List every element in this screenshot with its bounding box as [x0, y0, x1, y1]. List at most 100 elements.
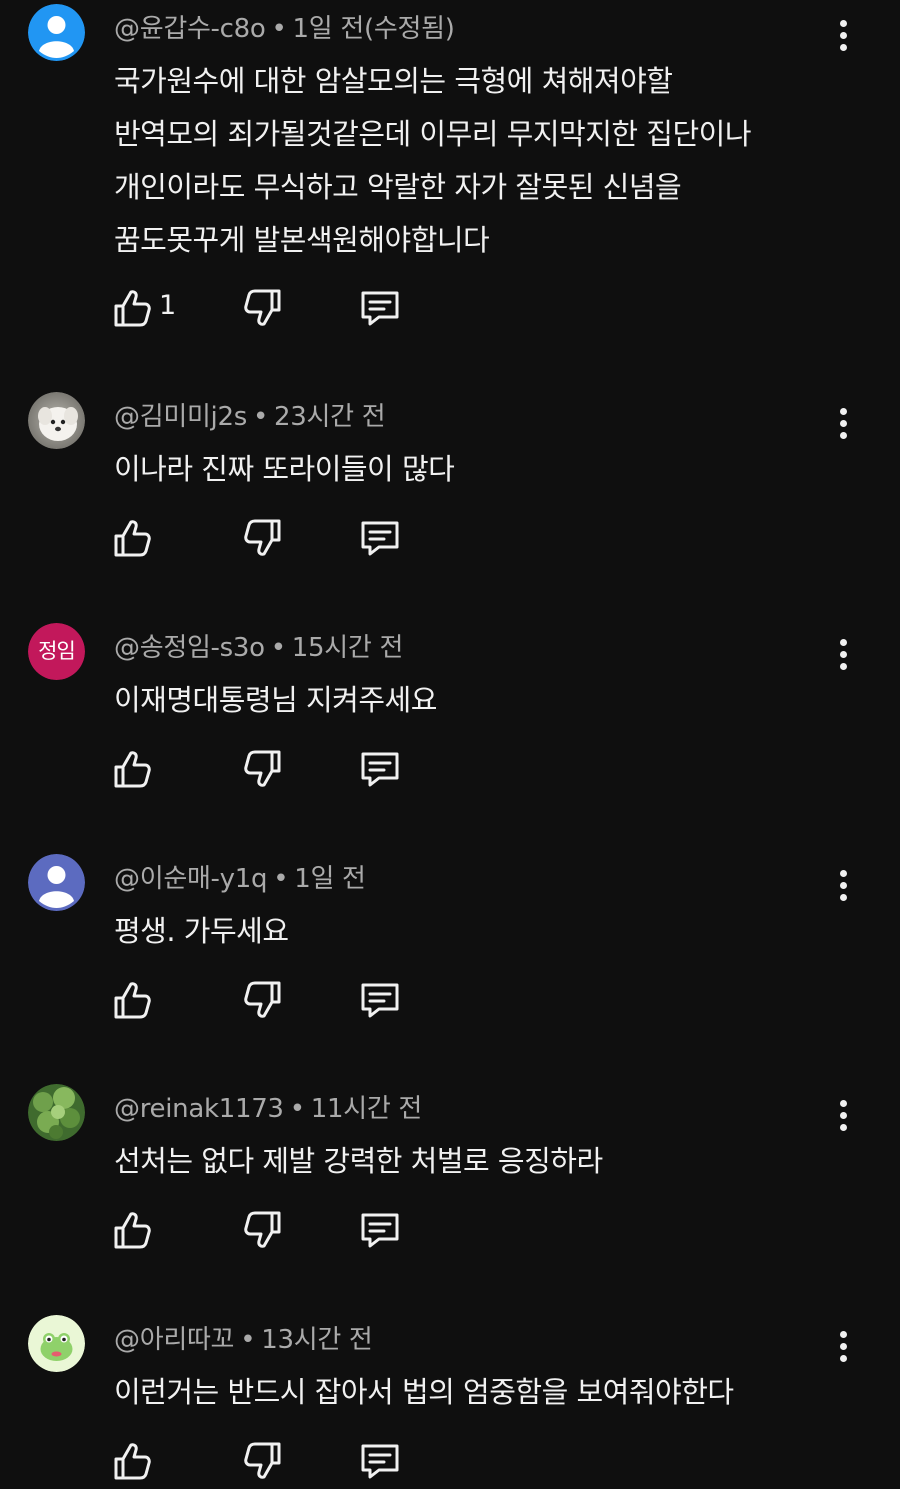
thumbs-down-icon [244, 519, 281, 556]
like-button[interactable] [110, 1439, 154, 1483]
thumbs-up-icon [114, 1443, 151, 1480]
comment-meta: @이순매-y1q • 1일 전 [114, 858, 366, 895]
thumbs-down-icon [244, 750, 281, 787]
meta-separator: • [240, 1325, 256, 1355]
thumbs-down-icon [244, 981, 281, 1018]
thumbs-down-icon [244, 1442, 281, 1479]
more-vertical-icon [840, 639, 847, 646]
avatar[interactable] [28, 392, 85, 449]
comment-text: 이재명대통령님 지켜주세요 [114, 683, 437, 717]
reply-comment-icon [361, 752, 399, 787]
more-vertical-icon [840, 894, 847, 901]
more-vertical-icon [840, 408, 847, 415]
more-vertical-icon [840, 1112, 847, 1119]
reply-button[interactable] [358, 286, 402, 330]
reply-button[interactable] [358, 747, 402, 791]
more-vertical-icon [840, 32, 847, 39]
comment-author[interactable]: @김미미j2s [114, 402, 247, 432]
dislike-button[interactable] [241, 747, 285, 791]
comment-time: 1일 전 [294, 864, 366, 894]
comment-meta: @아리따꼬 • 13시간 전 [114, 1319, 373, 1356]
comment-text: 이나라 진짜 또라이들이 많다 [114, 452, 455, 486]
like-button[interactable] [110, 978, 154, 1022]
dislike-button[interactable] [241, 1208, 285, 1252]
default-person-icon [28, 4, 85, 61]
more-vertical-icon [840, 1100, 847, 1107]
comment-time: 1일 전(수정됨) [292, 14, 455, 44]
thumbs-down-icon [244, 289, 281, 326]
comment-meta: @김미미j2s • 23시간 전 [114, 396, 386, 433]
dislike-button[interactable] [241, 516, 285, 560]
like-count: 1 [159, 290, 177, 321]
meta-separator: • [273, 864, 289, 894]
dislike-button[interactable] [241, 286, 285, 330]
comment-time: 13시간 전 [261, 1325, 373, 1355]
reply-comment-icon [361, 291, 399, 326]
more-vertical-icon [840, 1124, 847, 1131]
reply-button[interactable] [358, 1439, 402, 1483]
like-button[interactable] [110, 516, 154, 560]
thumbs-up-icon [114, 751, 151, 788]
comment-actions [0, 1208, 900, 1258]
more-vertical-icon [840, 420, 847, 427]
comment-meta: @reinak1173 • 11시간 전 [114, 1088, 422, 1125]
reply-button[interactable] [358, 978, 402, 1022]
comment-author[interactable]: @이순매-y1q [114, 864, 267, 894]
avatar[interactable] [28, 1315, 85, 1372]
reply-comment-icon [361, 1213, 399, 1248]
avatar-initials: 정임 [28, 623, 85, 680]
comment-author[interactable]: @아리따꼬 [114, 1325, 234, 1355]
reply-button[interactable] [358, 516, 402, 560]
white-dog-photo-icon [28, 392, 85, 449]
more-options-button[interactable] [829, 404, 859, 444]
reply-comment-icon [361, 1444, 399, 1479]
dislike-button[interactable] [241, 1439, 285, 1483]
thumbs-up-icon [114, 982, 151, 1019]
more-options-button[interactable] [829, 1096, 859, 1136]
comment-actions [0, 516, 900, 566]
comment-author[interactable]: @reinak1173 [114, 1094, 284, 1124]
comment-author[interactable]: @송정임-s3o [114, 633, 265, 663]
meta-separator: • [271, 14, 287, 44]
dislike-button[interactable] [241, 978, 285, 1022]
more-vertical-icon [840, 663, 847, 670]
comment-actions [0, 747, 900, 797]
more-vertical-icon [840, 44, 847, 51]
comment-author[interactable]: @윤갑수-c8o [114, 14, 266, 44]
reply-button[interactable] [358, 1208, 402, 1252]
like-button[interactable] [110, 286, 154, 330]
more-vertical-icon [840, 1343, 847, 1350]
comment-time: 11시간 전 [310, 1094, 423, 1124]
more-vertical-icon [840, 20, 847, 27]
more-options-button[interactable] [829, 866, 859, 906]
thumbs-up-icon [114, 520, 151, 557]
comment-text: 이런거는 반드시 잡아서 법의 엄중함을 보여줘야한다 [114, 1375, 734, 1409]
comment-time: 15시간 전 [291, 633, 404, 663]
more-options-button[interactable] [829, 635, 859, 675]
comment-actions [0, 978, 900, 1028]
avatar[interactable] [28, 4, 85, 61]
comment-text: 선처는 없다 제발 강력한 처벌로 응징하라 [114, 1144, 603, 1178]
meta-separator: • [270, 633, 286, 663]
reply-comment-icon [361, 983, 399, 1018]
more-vertical-icon [840, 882, 847, 889]
comment-text: 국가원수에 대한 암살모의는 극형에 쳐해져야할 반역모의 죄가될것같은데 이무… [114, 64, 752, 257]
like-button[interactable] [110, 747, 154, 791]
cartoon-frog-icon [28, 1315, 85, 1372]
more-options-button[interactable] [829, 1327, 859, 1367]
like-button[interactable] [110, 1208, 154, 1252]
meta-separator: • [289, 1094, 305, 1124]
more-vertical-icon [840, 432, 847, 439]
comment-meta: @윤갑수-c8o • 1일 전(수정됨) [114, 8, 455, 45]
comment-time: 23시간 전 [274, 402, 386, 432]
more-vertical-icon [840, 651, 847, 658]
default-person-icon [28, 854, 85, 911]
comment-actions [0, 1439, 900, 1489]
comment-text: 평생. 가두세요 [114, 914, 289, 948]
more-options-button[interactable] [829, 16, 859, 56]
avatar[interactable] [28, 854, 85, 911]
thumbs-up-icon [114, 1212, 151, 1249]
avatar[interactable] [28, 1084, 85, 1141]
more-vertical-icon [840, 870, 847, 877]
avatar[interactable]: 정임 [28, 623, 85, 680]
